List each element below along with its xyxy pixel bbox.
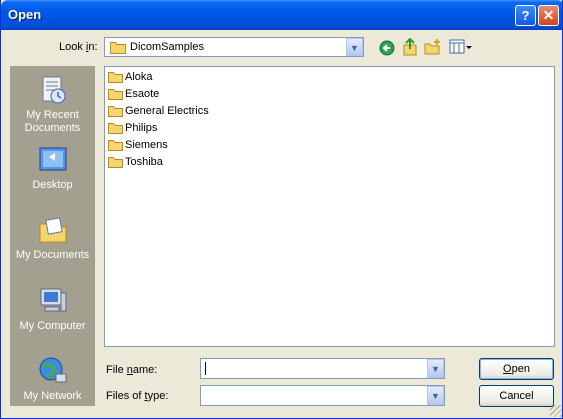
place-my-computer[interactable]: My Computer — [10, 285, 95, 333]
files-of-type-combo[interactable]: ▼ — [200, 385, 445, 406]
places-bar: My Recent Documents Desktop My Documents… — [10, 66, 95, 406]
look-in-label: Look in: — [59, 41, 98, 53]
folder-icon — [108, 140, 123, 151]
place-my-documents[interactable]: My Documents — [10, 214, 95, 262]
folder-icon — [108, 89, 123, 100]
look-in-value: DicomSamples — [130, 41, 204, 53]
place-desktop[interactable]: Desktop — [10, 144, 95, 192]
place-my-network[interactable]: My Network — [10, 355, 95, 403]
close-button[interactable]: ✕ — [538, 5, 559, 26]
folder-icon — [108, 123, 123, 134]
my-network-icon — [39, 357, 66, 383]
place-recent-documents[interactable]: My Recent Documents — [10, 74, 95, 135]
text-cursor — [205, 362, 206, 375]
look-in-combo[interactable]: DicomSamples ▼ — [104, 37, 364, 57]
folder-icon — [108, 106, 123, 117]
back-icon[interactable] — [379, 39, 395, 57]
up-folder-icon[interactable] — [402, 38, 418, 56]
my-documents-icon — [39, 217, 66, 243]
cancel-button[interactable]: Cancel — [479, 385, 554, 407]
view-menu-icon[interactable] — [449, 38, 473, 56]
title-bar[interactable]: Open ? ✕ — [1, 0, 562, 30]
open-dialog: Open ? ✕ Look in: DicomSamples ▼ My Rece… — [0, 0, 563, 419]
size-grip[interactable] — [550, 405, 562, 417]
chevron-down-icon[interactable]: ▼ — [427, 359, 444, 378]
chevron-down-icon[interactable]: ▼ — [427, 386, 444, 405]
help-button[interactable]: ? — [515, 5, 536, 26]
file-list[interactable]: Aloka Esaote General Electrics Philips S… — [104, 66, 555, 347]
folder-icon — [108, 157, 123, 168]
chevron-down-icon[interactable]: ▼ — [346, 38, 363, 56]
folder-icon — [110, 42, 126, 54]
file-name-label: File name: — [106, 364, 158, 376]
open-button[interactable]: Open — [479, 358, 554, 380]
recent-documents-icon — [42, 76, 65, 104]
files-of-type-label: Files of type: — [106, 390, 169, 402]
desktop-icon — [39, 147, 66, 171]
new-folder-icon[interactable] — [424, 38, 442, 56]
my-computer-icon — [40, 288, 66, 312]
folder-icon — [108, 72, 123, 83]
file-name-field[interactable]: ▼ — [200, 358, 445, 379]
window-title: Open — [8, 7, 42, 22]
